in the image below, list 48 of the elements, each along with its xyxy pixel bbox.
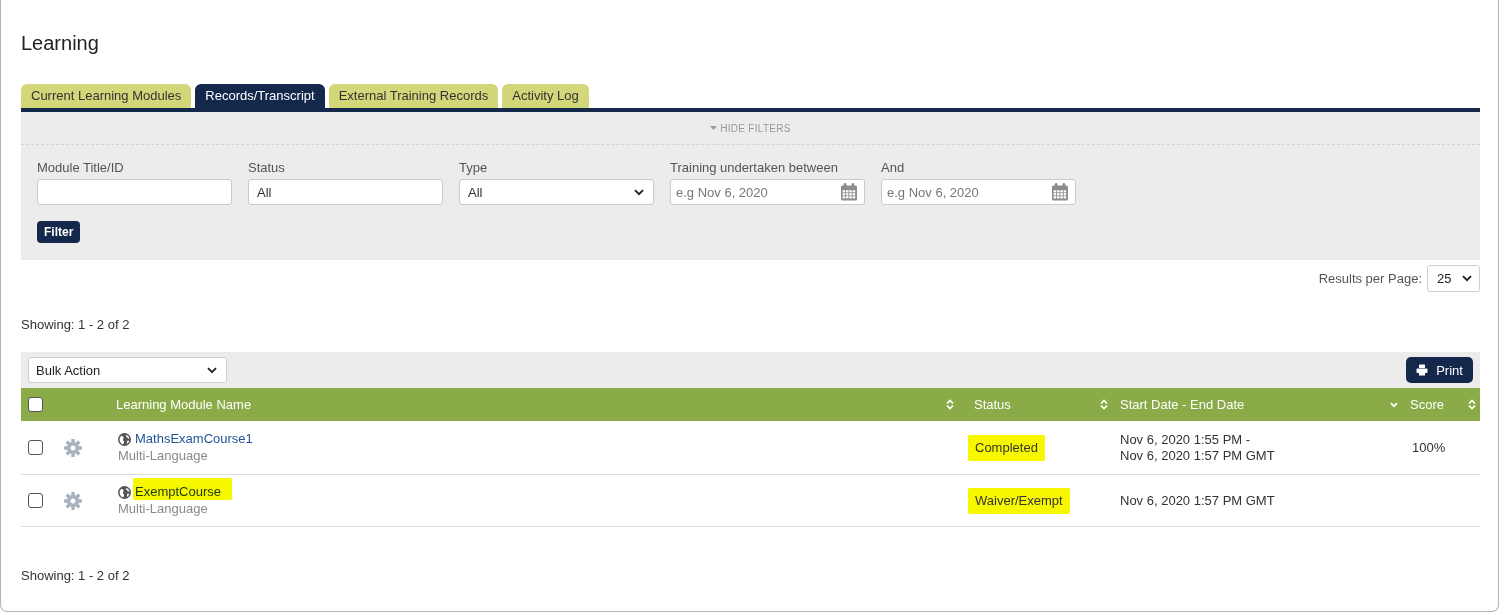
module-link[interactable]: MathsExamCourse1 xyxy=(135,431,253,447)
globe-icon xyxy=(118,432,131,446)
tab[interactable]: Records/Transcript xyxy=(195,84,325,108)
results-per-page-dropdown[interactable]: 25 xyxy=(1427,265,1480,292)
tab[interactable]: Activity Log xyxy=(502,84,589,108)
date-field[interactable]: e.g Nov 6, 2020 xyxy=(670,179,865,205)
language-text: Multi-Language xyxy=(118,501,208,517)
calendar-icon[interactable] xyxy=(1051,183,1069,201)
field-label: Status xyxy=(248,160,285,176)
text-field[interactable]: All xyxy=(248,179,443,205)
chevron-down-icon[interactable] xyxy=(207,366,217,374)
print-button[interactable]: Print xyxy=(1406,357,1473,383)
language-text: Multi-Language xyxy=(118,448,208,464)
caret-down-icon xyxy=(710,126,718,130)
tab[interactable]: Current Learning Modules xyxy=(21,84,192,108)
printer-icon xyxy=(1416,364,1429,376)
sort-icon[interactable] xyxy=(946,399,954,410)
score-text: 100% xyxy=(1412,440,1446,455)
text-field[interactable] xyxy=(37,179,232,205)
dropdown[interactable]: All xyxy=(459,179,654,205)
filter-button[interactable]: Filter xyxy=(37,221,81,243)
status-text: Completed xyxy=(968,434,1045,461)
results-count-text: Showing: 1 - 2 of 2 xyxy=(21,317,130,333)
tab[interactable]: External Training Records xyxy=(328,84,499,108)
field-label: And xyxy=(881,160,905,176)
select-all-checkbox[interactable] xyxy=(28,397,43,412)
date-range-text: Nov 6, 2020 1:55 PM - Nov 6, 2020 1:57 PM GMT xyxy=(1120,431,1275,464)
gear-icon[interactable] xyxy=(64,491,82,510)
bulk-action-dropdown[interactable]: Bulk Action xyxy=(28,357,227,383)
calendar-icon[interactable] xyxy=(840,183,858,201)
module-link[interactable]: ExemptCourse xyxy=(133,478,232,500)
page-title: Learning xyxy=(21,31,99,56)
sort-icon[interactable] xyxy=(1468,399,1476,410)
globe-icon xyxy=(118,485,131,499)
row-checkbox[interactable] xyxy=(28,493,43,508)
field-label: Training undertaken between xyxy=(670,160,838,176)
status-text: Waiver/Exempt xyxy=(968,487,1070,514)
chevron-down-icon[interactable] xyxy=(1462,275,1472,282)
results-per-page-label: Results per Page: xyxy=(1318,271,1422,286)
date-field[interactable]: e.g Nov 6, 2020 xyxy=(881,179,1076,205)
row-checkbox[interactable] xyxy=(28,440,43,455)
results-count-text: Showing: 1 - 2 of 2 xyxy=(21,568,130,584)
field-label: Module Title/ID xyxy=(37,160,124,176)
gear-icon[interactable] xyxy=(64,438,82,457)
date-range-text: Nov 6, 2020 1:57 PM GMT xyxy=(1120,492,1275,509)
chevron-down-icon[interactable] xyxy=(634,188,644,196)
sort-icon[interactable] xyxy=(1100,399,1108,410)
field-label: Type xyxy=(459,160,488,176)
